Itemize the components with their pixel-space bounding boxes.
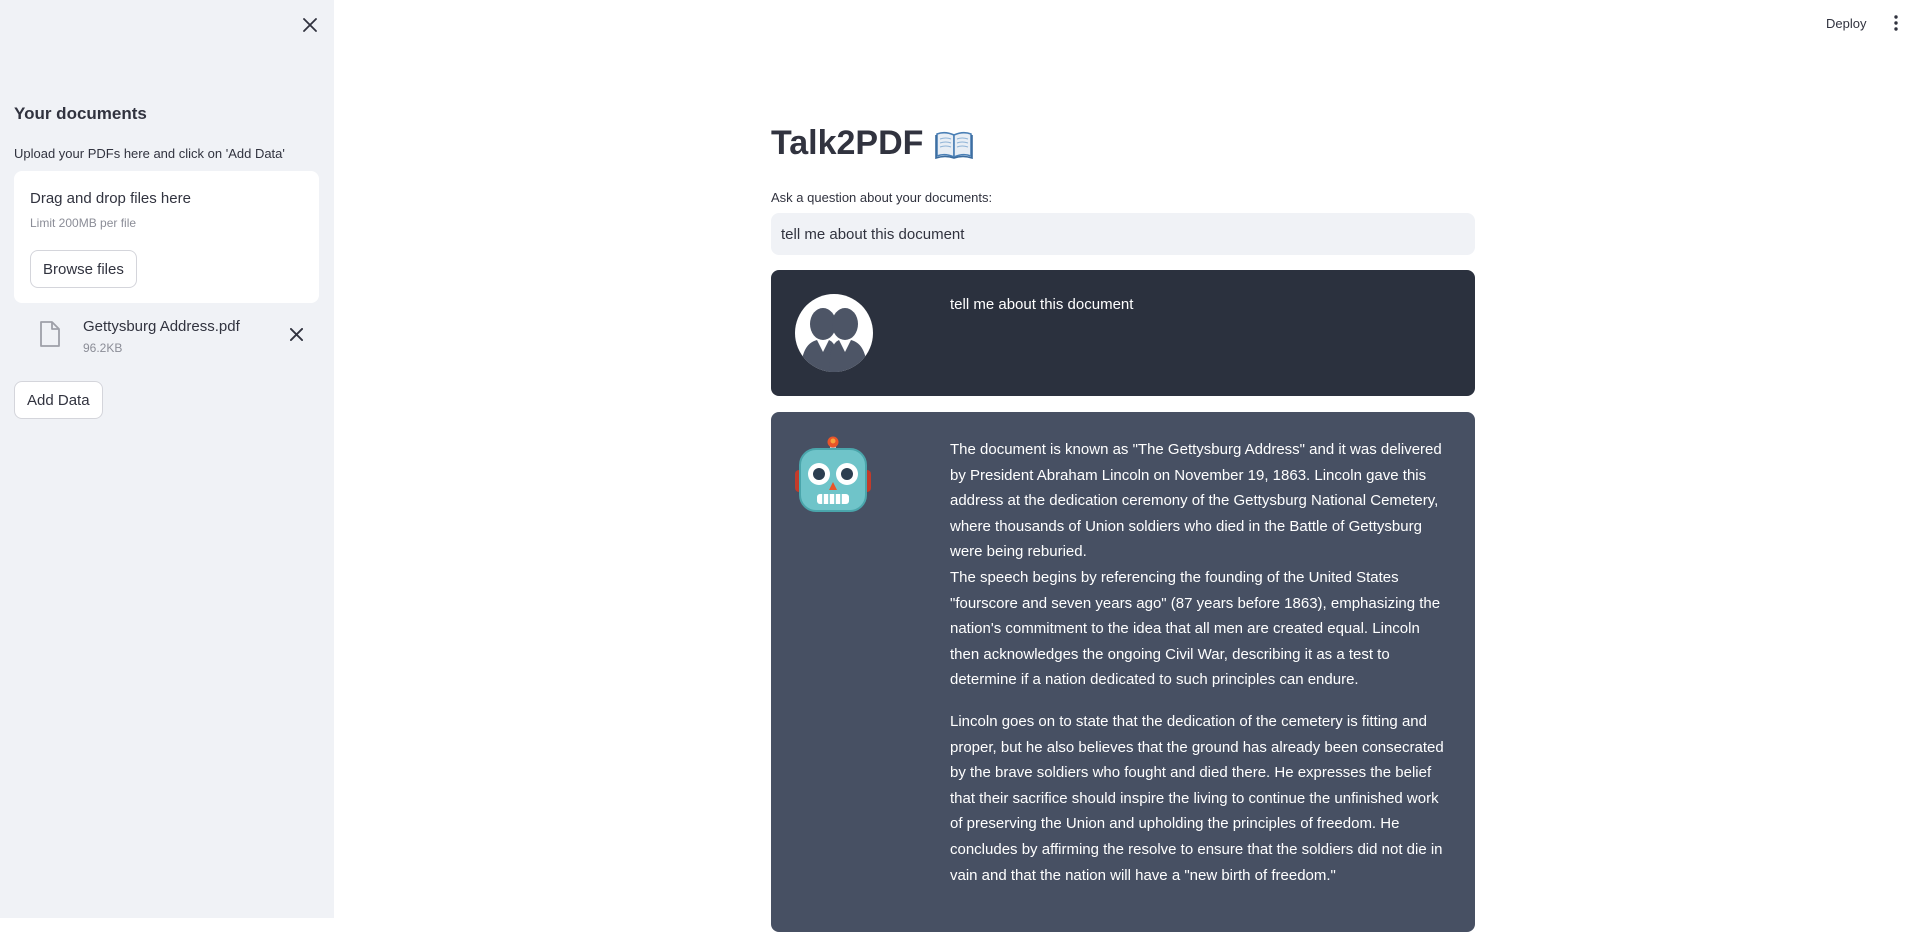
- dropzone-title: Drag and drop files here: [30, 190, 191, 207]
- page-title-text: Talk2PDF: [771, 124, 924, 162]
- dropzone-limit: Limit 200MB per file: [30, 216, 137, 230]
- close-sidebar-button[interactable]: [297, 12, 323, 38]
- browse-files-button[interactable]: Browse files: [30, 250, 137, 288]
- file-icon: [40, 321, 60, 347]
- add-data-button[interactable]: Add Data: [14, 381, 103, 419]
- file-name: Gettysburg Address.pdf: [83, 318, 240, 335]
- user-avatar-icon: [795, 294, 873, 372]
- upload-label: Upload your PDFs here and click on 'Add …: [14, 146, 285, 161]
- user-message-bubble: tell me about this document: [771, 270, 1475, 396]
- page-title: Talk2PDF: [771, 124, 974, 163]
- open-book-icon: [935, 131, 974, 159]
- sidebar: Your documents Upload your PDFs here and…: [0, 0, 334, 918]
- bot-paragraph: The speech begins by referencing the fou…: [950, 568, 1441, 689]
- main-menu-button[interactable]: [1886, 10, 1906, 36]
- close-icon: [303, 18, 317, 32]
- uploaded-file-item: Gettysburg Address.pdf 96.2KB: [14, 313, 319, 361]
- deploy-button[interactable]: Deploy: [1818, 10, 1874, 36]
- more-vertical-icon: [1894, 15, 1898, 31]
- remove-file-button[interactable]: [284, 322, 308, 346]
- question-input[interactable]: [771, 213, 1475, 255]
- bot-message-bubble: The document is known as "The Gettysburg…: [771, 412, 1475, 932]
- user-message-text: tell me about this document: [950, 296, 1134, 313]
- robot-avatar-icon: [795, 436, 871, 512]
- sidebar-title: Your documents: [14, 104, 147, 123]
- bot-message-text: The document is known as "The Gettysburg…: [950, 437, 1445, 888]
- bot-paragraph: The document is known as "The Gettysburg…: [950, 441, 1442, 561]
- file-dropzone[interactable]: Drag and drop files here Limit 200MB per…: [14, 171, 319, 303]
- bot-paragraph: Lincoln goes on to state that the dedica…: [950, 712, 1444, 884]
- question-label: Ask a question about your documents:: [771, 190, 993, 205]
- file-size: 96.2KB: [83, 341, 123, 355]
- close-icon: [289, 327, 303, 341]
